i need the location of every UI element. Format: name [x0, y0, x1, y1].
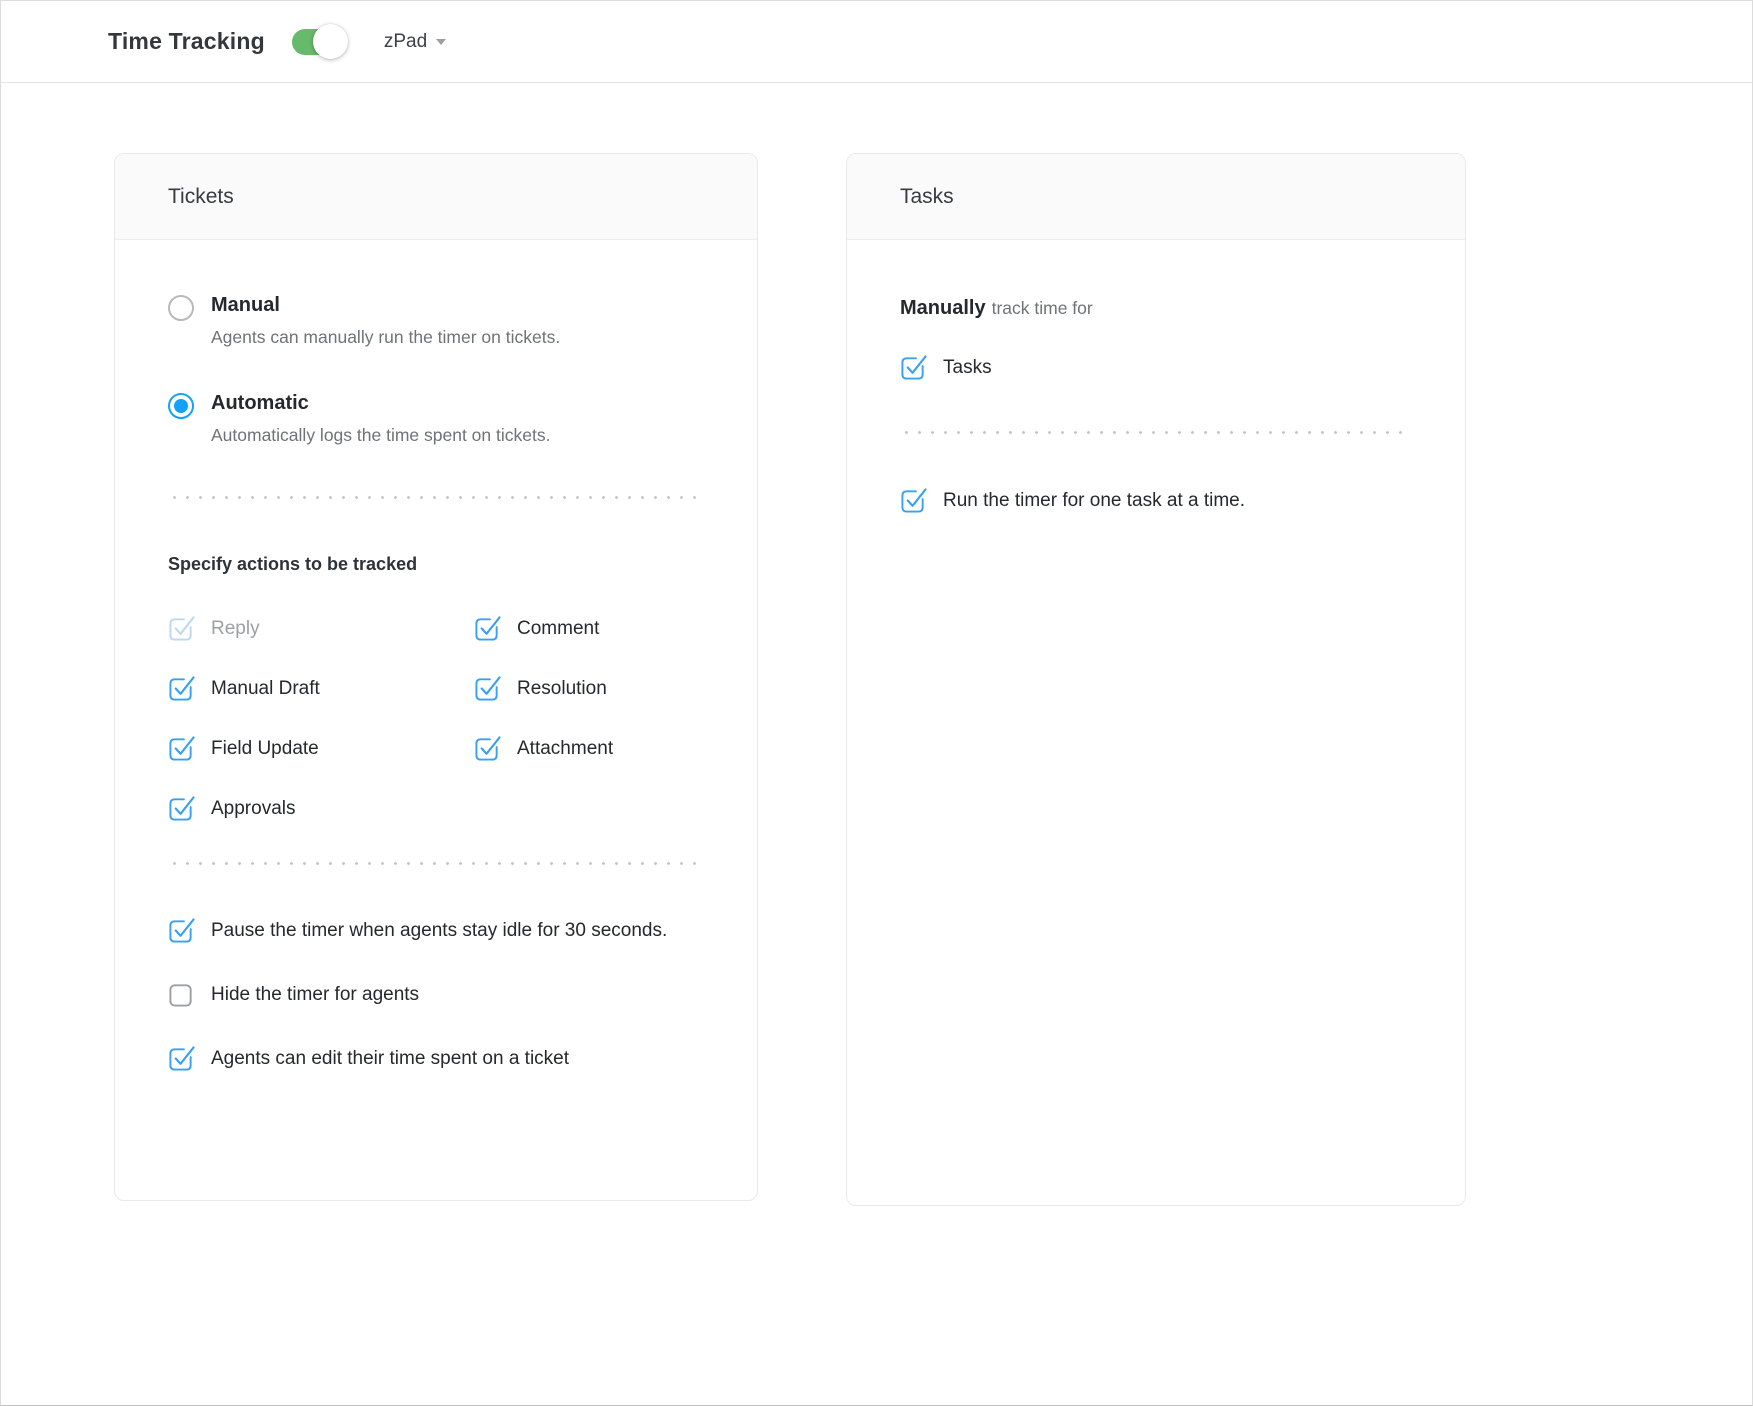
checkbox-icon	[168, 1045, 195, 1072]
radio-label-manual: Manual	[211, 294, 560, 317]
tasks-card-body: Manuallytrack time for Tasks Run the	[847, 240, 1465, 574]
radio-texts: Automatic Automatically logs the time sp…	[211, 392, 550, 446]
tickets-card-body: Manual Agents can manually run the timer…	[115, 240, 757, 1142]
tickets-card-title: Tickets	[115, 154, 757, 240]
checkbox-icon	[168, 675, 195, 702]
tasks-card: Tasks Manually track time for Tasks	[846, 153, 1466, 1206]
tasks-card-title: Tasks	[847, 154, 1465, 240]
actions-section-heading: Specify actions to be tracked	[168, 554, 702, 575]
department-dropdown-value: zPad	[384, 31, 427, 53]
checkbox-label: Pause the timer when agents stay idle fo…	[211, 916, 667, 945]
radio-option-automatic[interactable]: Automatic Automatically logs the time sp…	[168, 392, 702, 446]
checkbox-icon	[168, 917, 195, 944]
checkbox-label: Approvals	[211, 795, 296, 822]
checkbox-icon	[900, 354, 927, 381]
action-checkbox-reply[interactable]: Reply	[168, 615, 474, 642]
manually-track-heading: Manually track time for	[900, 297, 1410, 320]
option-checkbox-pause-timer[interactable]: Pause the timer when agents stay idle fo…	[168, 917, 702, 945]
chevron-down-icon	[436, 39, 446, 45]
toggle-knob-icon	[313, 24, 348, 59]
action-checkbox-manual-draft[interactable]: Manual Draft	[168, 675, 474, 702]
checkbox-icon	[168, 981, 195, 1008]
checkbox-label: Reply	[211, 615, 260, 642]
checkbox-icon	[474, 675, 501, 702]
checkbox-icon	[168, 735, 195, 762]
action-checkbox-field-update[interactable]: Field Update	[168, 735, 474, 762]
checkbox-icon	[474, 735, 501, 762]
checkbox-label: Tasks	[943, 354, 992, 381]
checkbox-label: Field Update	[211, 735, 319, 762]
option-checkbox-edit-time[interactable]: Agents can edit their time spent on a ti…	[168, 1045, 702, 1073]
run-timer-one-task-checkbox[interactable]: Run the timer for one task at a time.	[900, 487, 1410, 514]
page-header: Time Tracking zPad	[1, 1, 1752, 83]
radio-icon	[168, 393, 194, 419]
tasks-checkbox[interactable]: Tasks	[900, 354, 1410, 381]
checkbox-label: Manual Draft	[211, 675, 320, 702]
main-content: Tickets Manual Agents can manually run t…	[1, 83, 1752, 1206]
checkbox-label: Attachment	[517, 735, 613, 762]
department-dropdown[interactable]: zPad	[384, 31, 446, 53]
checkbox-icon	[168, 615, 195, 642]
action-checkbox-comment[interactable]: Comment	[474, 615, 702, 642]
checkbox-label: Agents can edit their time spent on a ti…	[211, 1044, 569, 1073]
dotted-divider	[168, 496, 702, 499]
radio-description-manual: Agents can manually run the timer on tic…	[211, 327, 560, 348]
radio-texts: Manual Agents can manually run the timer…	[211, 294, 560, 348]
radio-icon	[168, 295, 194, 321]
option-checkbox-hide-timer[interactable]: Hide the timer for agents	[168, 981, 702, 1009]
manually-track-heading-rest: track time for	[992, 298, 1093, 318]
action-checkbox-resolution[interactable]: Resolution	[474, 675, 702, 702]
checkbox-label: Hide the timer for agents	[211, 980, 419, 1009]
checkbox-icon	[474, 615, 501, 642]
radio-option-manual[interactable]: Manual Agents can manually run the timer…	[168, 294, 702, 348]
dotted-divider	[168, 862, 702, 865]
radio-description-automatic: Automatically logs the time spent on tic…	[211, 425, 550, 446]
tracked-actions-grid: Reply Comment Manu	[168, 615, 702, 822]
action-checkbox-attachment[interactable]: Attachment	[474, 735, 702, 762]
checkbox-icon	[900, 487, 927, 514]
time-tracking-toggle[interactable]	[292, 29, 344, 55]
tickets-card: Tickets Manual Agents can manually run t…	[114, 153, 758, 1201]
manually-track-heading-bold: Manually	[900, 297, 986, 319]
action-checkbox-approvals[interactable]: Approvals	[168, 795, 474, 822]
timer-options-list: Pause the timer when agents stay idle fo…	[168, 917, 702, 1073]
dotted-divider	[900, 431, 1410, 434]
checkbox-label: Comment	[517, 615, 599, 642]
checkbox-icon	[168, 795, 195, 822]
radio-label-automatic: Automatic	[211, 392, 550, 415]
time-tracking-settings-page: Time Tracking zPad Tickets Manual Agents…	[0, 0, 1753, 1406]
page-title: Time Tracking	[108, 28, 265, 55]
checkbox-label: Resolution	[517, 675, 607, 702]
checkbox-label: Run the timer for one task at a time.	[943, 487, 1245, 514]
